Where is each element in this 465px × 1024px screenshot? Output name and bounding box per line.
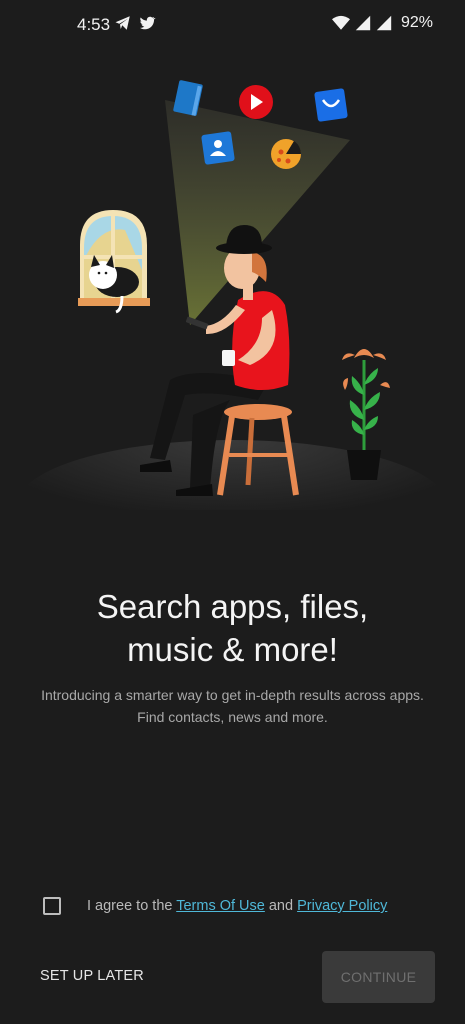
agree-checkbox[interactable]	[43, 897, 61, 915]
battery-percentage: 92%	[400, 14, 433, 31]
window-with-cat	[78, 210, 150, 314]
privacy-policy-link[interactable]: Privacy Policy	[297, 898, 387, 914]
page-subtitle: Introducing a smarter way to get in-dept…	[20, 684, 445, 728]
cell-signal-icon	[355, 15, 371, 31]
status-time: 4:53	[77, 15, 111, 34]
page-title: Search apps, files, music & more!	[20, 585, 445, 671]
contacts-icon	[201, 131, 235, 165]
telegram-icon	[115, 16, 130, 30]
page-subtitle-line-2: Find contacts, news and more.	[137, 709, 328, 725]
pizza-icon	[271, 139, 302, 169]
cell-signal-icon	[376, 15, 392, 31]
wifi-icon	[331, 15, 350, 30]
page-title-line-1: Search apps, files,	[96, 588, 369, 625]
status-system-icons: 92%	[331, 14, 433, 32]
status-notification-icons	[114, 14, 156, 32]
page-subtitle-line-1: Introducing a smarter way to get in-dept…	[41, 687, 424, 703]
status-bar: 4:53 92%	[0, 0, 465, 52]
terms-of-use-link[interactable]: Terms Of Use	[176, 898, 265, 914]
twitter-icon	[140, 16, 156, 30]
youtube-icon	[239, 85, 273, 119]
shopping-bag-icon	[314, 88, 348, 122]
agreement-text: I agree to the Terms Of Use and Privacy …	[87, 898, 387, 914]
agreement-prefix: I agree to the	[87, 898, 177, 914]
agreement-row: I agree to the Terms Of Use and Privacy …	[43, 897, 387, 915]
continue-button[interactable]: CONTINUE	[322, 951, 435, 1003]
onboarding-illustration	[17, 80, 447, 510]
page-title-line-2: music & more!	[127, 631, 338, 668]
light-beam	[165, 100, 350, 325]
set-up-later-button[interactable]: SET UP LATER	[40, 968, 144, 984]
ground	[17, 440, 447, 510]
agreement-conjunction: and	[264, 898, 298, 914]
